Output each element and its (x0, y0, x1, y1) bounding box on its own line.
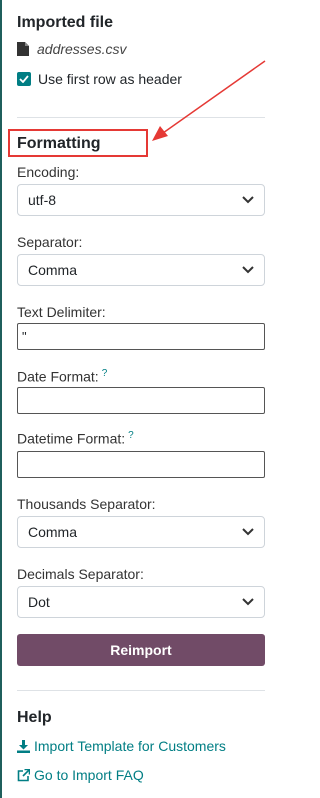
chevron-down-icon (242, 196, 254, 204)
import-faq-link-text: Go to Import FAQ (34, 767, 144, 783)
encoding-label: Encoding: (17, 164, 80, 180)
encoding-select[interactable]: utf-8 (17, 184, 265, 216)
section-divider (17, 690, 265, 691)
decimals-separator-label: Decimals Separator: (17, 566, 144, 582)
decimals-separator-select[interactable]: Dot (17, 586, 265, 618)
chevron-down-icon (242, 266, 254, 274)
text-delimiter-input[interactable]: " (17, 323, 265, 350)
import-template-link[interactable]: Import Template for Customers (17, 738, 226, 754)
datetime-format-label-text: Datetime Format: (17, 430, 126, 447)
text-delimiter-label: Text Delimiter: (17, 304, 106, 320)
datetime-format-label: Datetime Format:? (17, 430, 134, 447)
date-format-label: Date Format:? (17, 368, 107, 385)
thousands-separator-value: Comma (28, 524, 78, 540)
thousands-separator-label: Thousands Separator: (17, 496, 156, 512)
import-template-link-text: Import Template for Customers (34, 738, 226, 754)
date-format-input[interactable] (17, 387, 265, 414)
import-faq-link[interactable]: Go to Import FAQ (17, 767, 144, 783)
chevron-down-icon (242, 598, 254, 606)
separator-select[interactable]: Comma (17, 254, 265, 286)
encoding-value: utf-8 (28, 192, 57, 208)
thousands-separator-select[interactable]: Comma (17, 516, 265, 548)
reimport-button[interactable]: Reimport (17, 634, 265, 666)
separator-label: Separator: (17, 234, 83, 250)
chevron-down-icon (242, 528, 254, 536)
separator-value: Comma (28, 262, 78, 278)
download-icon (17, 739, 30, 753)
datetime-format-input[interactable] (17, 451, 265, 478)
text-delimiter-value: " (22, 329, 27, 344)
date-format-help-icon[interactable]: ? (102, 368, 108, 379)
decimals-separator-value: Dot (28, 594, 50, 610)
help-heading: Help (17, 709, 52, 726)
date-format-label-text: Date Format: (17, 368, 99, 385)
datetime-format-help-icon[interactable]: ? (128, 430, 134, 441)
external-link-icon (17, 768, 30, 781)
